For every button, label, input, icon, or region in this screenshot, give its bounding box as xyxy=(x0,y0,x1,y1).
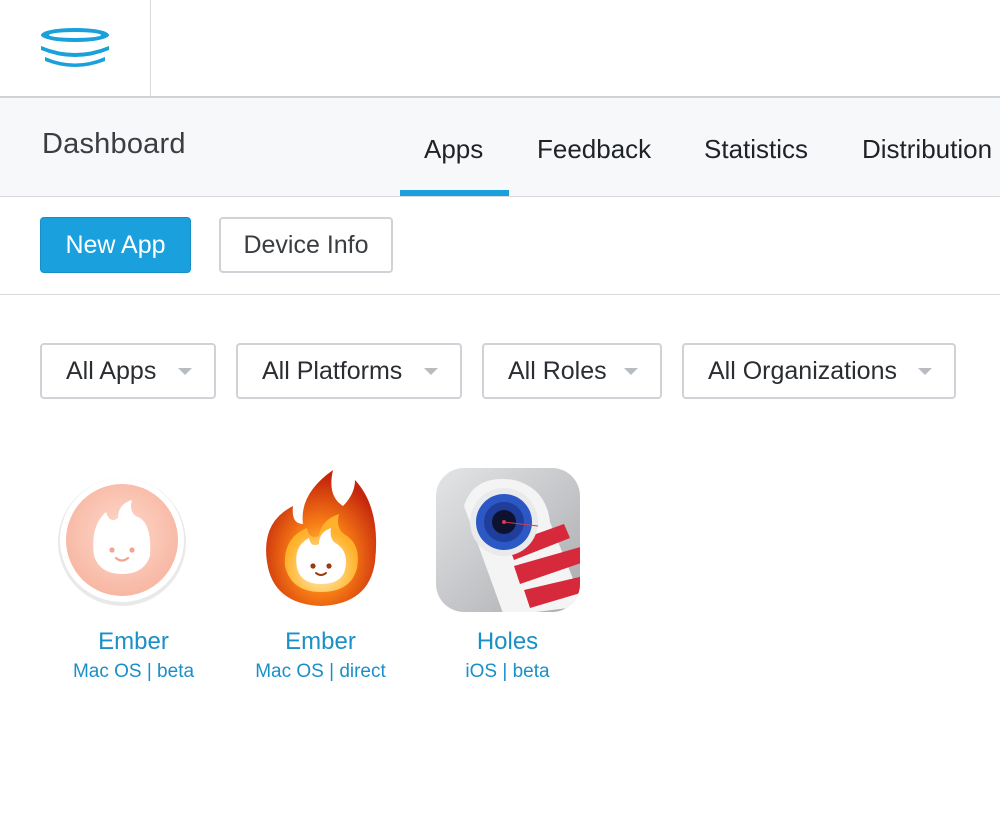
action-bar: New App Device Info xyxy=(0,197,1000,295)
tab-distribution[interactable]: Distribution xyxy=(862,134,992,165)
caret-down-icon xyxy=(424,368,438,375)
app-name[interactable]: Holes xyxy=(414,628,601,656)
ember-beta-icon[interactable] xyxy=(48,466,196,614)
filter-all-platforms-dropdown[interactable]: All Platforms xyxy=(236,343,462,399)
app-name[interactable]: Ember xyxy=(40,628,227,656)
caret-down-icon xyxy=(178,368,192,375)
page-title[interactable]: Dashboard xyxy=(42,128,186,161)
tab-statistics[interactable]: Statistics xyxy=(704,134,808,165)
caret-down-icon xyxy=(624,368,638,375)
filter-all-roles-dropdown[interactable]: All Roles xyxy=(482,343,662,399)
caret-down-icon xyxy=(918,368,932,375)
holes-icon[interactable] xyxy=(434,466,582,614)
app-name[interactable]: Ember xyxy=(227,628,414,656)
new-app-button[interactable]: New App xyxy=(40,217,191,273)
app-tile-holes[interactable]: Holes iOS | beta xyxy=(414,466,601,696)
app-tile-ember-direct[interactable]: Ember Mac OS | direct xyxy=(227,466,414,696)
ember-fire-icon[interactable] xyxy=(247,466,395,614)
nav-bar: Dashboard Apps Feedback Statistics Distr… xyxy=(0,98,1000,197)
app-platform-channel: iOS | beta xyxy=(465,661,550,682)
filter-all-organizations-dropdown[interactable]: All Organizations xyxy=(682,343,956,399)
filter-label: All Roles xyxy=(508,356,607,385)
tab-apps[interactable]: Apps xyxy=(424,134,483,165)
active-tab-indicator xyxy=(400,190,509,196)
device-info-button[interactable]: Device Info xyxy=(219,217,393,273)
filter-label: All Apps xyxy=(66,356,157,385)
top-bar xyxy=(0,0,1000,98)
tab-feedback[interactable]: Feedback xyxy=(537,134,651,165)
filter-label: All Platforms xyxy=(262,356,403,385)
app-tile-ember-beta[interactable]: Ember Mac OS | beta xyxy=(40,466,227,696)
app-platform-channel: Mac OS | beta xyxy=(72,661,195,682)
filter-label: All Organizations xyxy=(708,356,897,385)
stacked-rings-logo-icon[interactable] xyxy=(38,26,112,70)
filter-all-apps-dropdown[interactable]: All Apps xyxy=(40,343,216,399)
app-platform-channel: Mac OS | direct xyxy=(255,661,386,682)
logo-cell[interactable] xyxy=(0,0,151,97)
